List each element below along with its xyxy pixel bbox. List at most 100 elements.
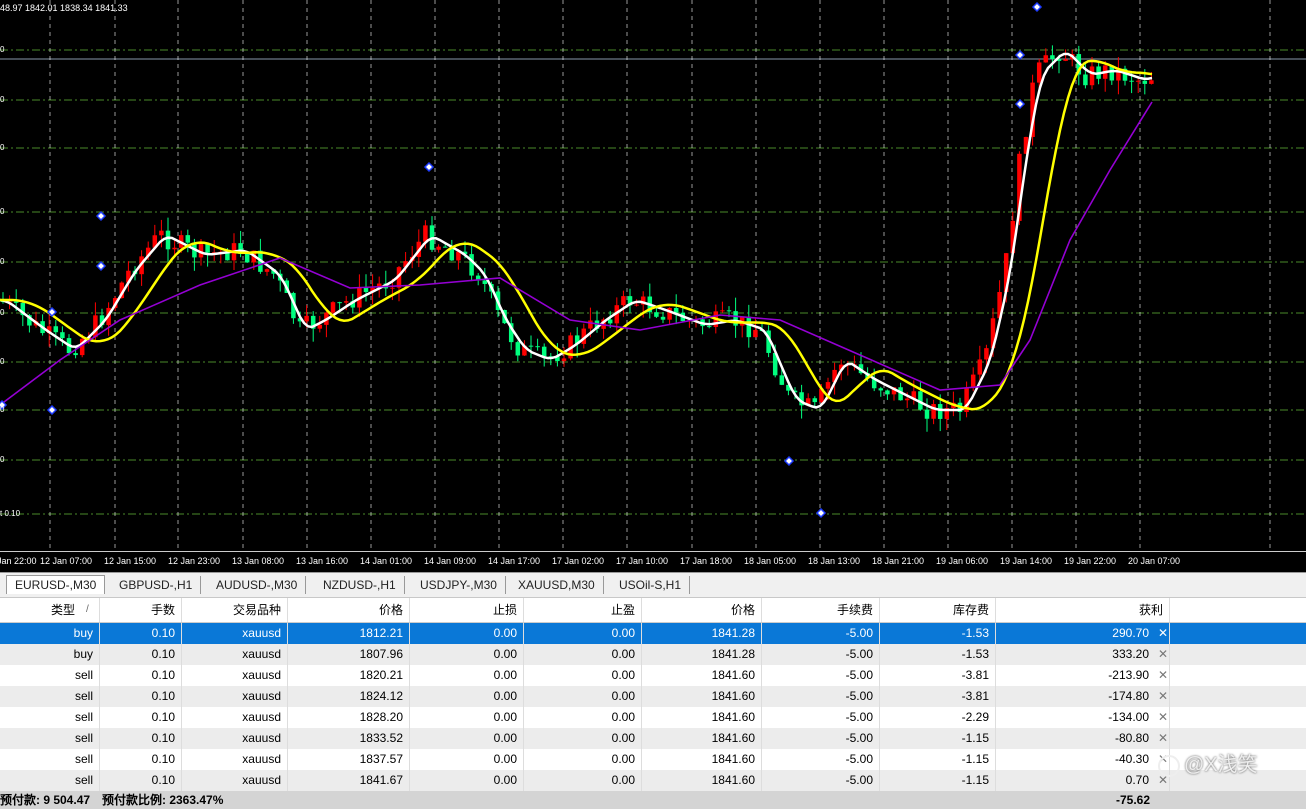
order-cell-lots: 0.10 bbox=[100, 665, 182, 686]
order-row[interactable]: sell 0.10 xauusd 1824.12 0.00 0.00 1841.60 -5.0… bbox=[0, 686, 1306, 707]
close-order-icon[interactable]: ✕ bbox=[1157, 623, 1169, 644]
order-cell-commission: -5.00 bbox=[762, 623, 880, 644]
candle-body bbox=[317, 324, 323, 329]
order-cell-swap: -1.15 bbox=[880, 749, 996, 770]
time-label: 14 Jan 17:00 bbox=[488, 556, 541, 566]
watermark: @X浅笑 bbox=[1158, 748, 1258, 777]
order-cell-type: buy bbox=[0, 644, 100, 665]
order-row[interactable]: sell 0.10 xauusd 1820.21 0.00 0.00 1841.60 -5.0… bbox=[0, 665, 1306, 686]
order-cell-tp: 0.00 bbox=[524, 665, 642, 686]
order-cell-profit: 290.70 bbox=[996, 623, 1170, 644]
column-header[interactable]: 交易品种 bbox=[182, 598, 288, 622]
time-label: 12 Jan 15:00 bbox=[104, 556, 157, 566]
candle-body bbox=[706, 326, 712, 328]
time-label: 20 Jan 07:00 bbox=[1128, 556, 1181, 566]
order-cell-symbol: xauusd bbox=[182, 770, 288, 791]
chart-tabs-bar: EURUSD-,M30 GBPUSD-,H1 AUDUSD-,M30 NZDUSD-,… bbox=[0, 572, 1306, 598]
order-cell-price: 1841.60 bbox=[642, 728, 762, 749]
order-row[interactable]: sell 0.10 xauusd 1837.57 0.00 0.00 1841.60 -5.0… bbox=[0, 749, 1306, 770]
order-cell-profit: 0.70 bbox=[996, 770, 1170, 791]
order-cell-swap: -2.29 bbox=[880, 707, 996, 728]
time-label: 19 Jan 14:00 bbox=[1000, 556, 1053, 566]
time-label: 13 Jan 08:00 bbox=[232, 556, 285, 566]
order-cell-sl: 0.00 bbox=[410, 623, 524, 644]
fractal-marker bbox=[423, 161, 435, 173]
order-cell-tp: 0.00 bbox=[524, 707, 642, 728]
close-order-icon[interactable]: ✕ bbox=[1157, 707, 1169, 728]
column-header[interactable]: 价格 bbox=[288, 598, 410, 622]
candle-body bbox=[753, 330, 758, 338]
chart-tab[interactable]: EURUSD-,M30 bbox=[6, 575, 106, 594]
price-label: 0 bbox=[0, 405, 5, 414]
order-cell-price: 1841.60 bbox=[642, 707, 762, 728]
candle-body bbox=[588, 320, 593, 329]
close-order-icon[interactable]: ✕ bbox=[1157, 644, 1169, 665]
fractal-marker bbox=[95, 210, 107, 222]
candle-body bbox=[264, 269, 270, 272]
order-row[interactable]: buy 0.10 xauusd 1807.96 0.00 0.00 1841.28 -5.00… bbox=[0, 644, 1306, 665]
candle-body bbox=[244, 253, 250, 263]
order-cell-profit: 333.20 bbox=[996, 644, 1170, 665]
order-cell-tp: 0.00 bbox=[524, 644, 642, 665]
close-order-icon[interactable]: ✕ bbox=[1157, 728, 1169, 749]
price-label: 0 bbox=[0, 308, 5, 317]
order-cell-sl: 0.00 bbox=[410, 707, 524, 728]
total-profit: -75.62 bbox=[1115, 793, 1150, 807]
order-cell-symbol: xauusd bbox=[182, 644, 288, 665]
column-header[interactable]: 止盈 bbox=[524, 598, 642, 622]
chart-tab[interactable]: XAUUSD,M30 bbox=[510, 576, 604, 594]
order-cell-lots: 0.10 bbox=[100, 770, 182, 791]
column-header[interactable]: 止损 bbox=[410, 598, 524, 622]
fractal-marker bbox=[815, 507, 827, 519]
candle-body bbox=[924, 409, 930, 419]
candle-body bbox=[1083, 74, 1088, 86]
order-cell-open: 1812.21 bbox=[288, 623, 410, 644]
order-cell-lots: 0.10 bbox=[100, 749, 182, 770]
column-header[interactable]: 价格 bbox=[642, 598, 762, 622]
order-row[interactable]: sell 0.10 xauusd 1828.20 0.00 0.00 1841.60 -5.0… bbox=[0, 707, 1306, 728]
fractal-marker bbox=[1014, 49, 1026, 61]
order-row[interactable]: buy 0.10 xauusd 1812.21 0.00 0.00 1841.28 -5.00… bbox=[0, 623, 1306, 644]
order-cell-lots: 0.10 bbox=[100, 623, 182, 644]
candle-body bbox=[970, 374, 976, 388]
candle-body bbox=[931, 404, 936, 419]
candle-body bbox=[535, 346, 540, 348]
order-cell-tp: 0.00 bbox=[524, 770, 642, 791]
candle-body bbox=[528, 345, 534, 347]
time-label: 19 Jan 06:00 bbox=[936, 556, 989, 566]
column-header[interactable]: 类型 bbox=[0, 598, 100, 622]
chart-tab[interactable]: USOil-S,H1 bbox=[611, 576, 691, 594]
price-chart[interactable]: 48.97 1842.01 1838.34 1841.33 0 0 0 0 0 0 0 0 0 t… bbox=[0, 0, 1306, 551]
order-cell-type: sell bbox=[0, 749, 100, 770]
order-cell-open: 1828.20 bbox=[288, 707, 410, 728]
column-header[interactable]: 手续费 bbox=[762, 598, 880, 622]
order-cell-swap: -1.53 bbox=[880, 644, 996, 665]
candle-body bbox=[390, 287, 395, 289]
order-cell-price: 1841.60 bbox=[642, 770, 762, 791]
candle-body bbox=[205, 244, 210, 253]
close-order-icon[interactable]: ✕ bbox=[1157, 686, 1169, 707]
time-label: 19 Jan 22:00 bbox=[1064, 556, 1117, 566]
candle-body bbox=[660, 316, 666, 320]
order-cell-price: 1841.60 bbox=[642, 749, 762, 770]
order-cell-profit: -174.80 bbox=[996, 686, 1170, 707]
order-row[interactable]: sell 0.10 xauusd 1833.52 0.00 0.00 1841.60 -5.0… bbox=[0, 728, 1306, 749]
order-cell-open: 1807.96 bbox=[288, 644, 410, 665]
order-row[interactable]: sell 0.10 xauusd 1841.67 0.00 0.00 1841.60 -5.0… bbox=[0, 770, 1306, 791]
chart-canvas[interactable] bbox=[0, 0, 1306, 551]
time-label: 13 Jan 16:00 bbox=[296, 556, 349, 566]
chart-tab[interactable]: USDJPY-,M30 bbox=[412, 576, 506, 594]
time-label: 12 Jan 07:00 bbox=[40, 556, 93, 566]
column-header[interactable]: 库存费 bbox=[880, 598, 996, 622]
price-label: 0 bbox=[0, 207, 5, 216]
candle-body bbox=[53, 326, 59, 333]
chart-tab[interactable]: NZDUSD-,H1 bbox=[315, 576, 405, 594]
time-label: 14 Jan 01:00 bbox=[360, 556, 413, 566]
chart-tab[interactable]: GBPUSD-,H1 bbox=[111, 576, 202, 594]
column-header[interactable]: 手数 bbox=[100, 598, 182, 622]
column-header[interactable]: 获利 bbox=[996, 598, 1170, 622]
close-order-icon[interactable]: ✕ bbox=[1157, 665, 1169, 686]
time-label: Jan 22:00 bbox=[0, 556, 37, 566]
chart-tab[interactable]: AUDUSD-,M30 bbox=[208, 576, 307, 594]
order-cell-open: 1837.57 bbox=[288, 749, 410, 770]
